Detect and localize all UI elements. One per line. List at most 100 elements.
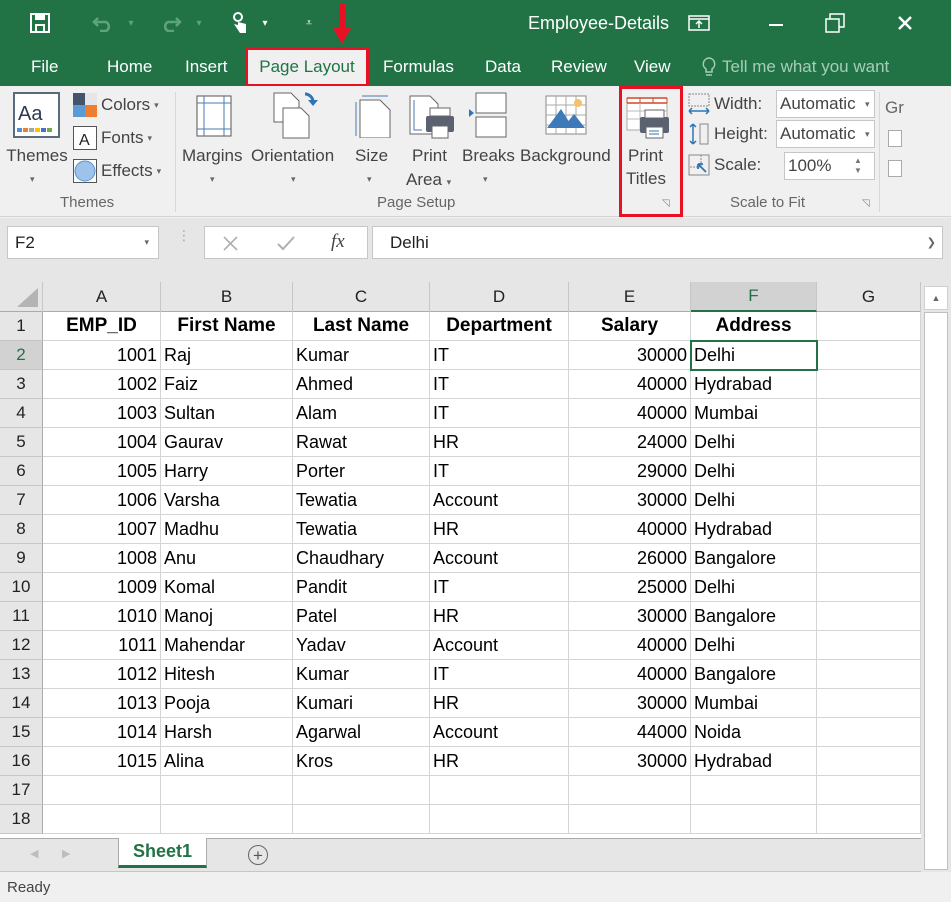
cell-g6[interactable] bbox=[817, 457, 921, 486]
cell-e5[interactable]: 24000 bbox=[569, 428, 691, 457]
cell-d12[interactable]: Account bbox=[430, 631, 569, 660]
row-header-6[interactable]: 6 bbox=[0, 457, 43, 486]
cell-a5[interactable]: 1004 bbox=[43, 428, 161, 457]
row-header-8[interactable]: 8 bbox=[0, 515, 43, 544]
select-all-corner[interactable] bbox=[0, 282, 43, 312]
row-header-12[interactable]: 12 bbox=[0, 631, 43, 660]
cell-f9[interactable]: Bangalore bbox=[691, 544, 817, 573]
cell-d6[interactable]: IT bbox=[430, 457, 569, 486]
cell-e7[interactable]: 30000 bbox=[569, 486, 691, 515]
size-label[interactable]: Size bbox=[355, 144, 388, 167]
sheet-prev-icon[interactable]: ◀ bbox=[30, 847, 38, 860]
breaks-label[interactable]: Breaks bbox=[462, 144, 515, 167]
cell-b16[interactable]: Alina bbox=[161, 747, 293, 776]
spreadsheet-grid[interactable]: ABCDEFG 1 EMP_ID First Name Last Name Depart… bbox=[0, 282, 921, 838]
sheet-tab-sheet1[interactable]: Sheet1 bbox=[118, 838, 207, 868]
add-sheet-icon[interactable]: + bbox=[248, 845, 268, 865]
cell-c17[interactable] bbox=[293, 776, 430, 805]
themes-label[interactable]: Themes bbox=[6, 144, 68, 167]
cell-e2[interactable]: 30000 bbox=[569, 341, 691, 370]
cell-b12[interactable]: Mahendar bbox=[161, 631, 293, 660]
redo-icon[interactable] bbox=[156, 10, 186, 36]
row-header-4[interactable]: 4 bbox=[0, 399, 43, 428]
width-select[interactable]: Automatic ▾ bbox=[776, 90, 875, 118]
cell-c2[interactable]: Kumar bbox=[293, 341, 430, 370]
cell-e9[interactable]: 26000 bbox=[569, 544, 691, 573]
cell-b9[interactable]: Anu bbox=[161, 544, 293, 573]
cell-c10[interactable]: Pandit bbox=[293, 573, 430, 602]
cell-d8[interactable]: HR bbox=[430, 515, 569, 544]
name-box-dropdown-icon[interactable]: ▾ bbox=[144, 237, 149, 248]
tab-page-layout[interactable]: Page Layout bbox=[245, 47, 369, 87]
cell-a9[interactable]: 1008 bbox=[43, 544, 161, 573]
breaks-icon[interactable] bbox=[468, 92, 508, 143]
cell-a6[interactable]: 1005 bbox=[43, 457, 161, 486]
formula-bar-resize-handle-icon[interactable]: ⋮ bbox=[177, 228, 191, 242]
cell-e3[interactable]: 40000 bbox=[569, 370, 691, 399]
redo-dropdown-icon[interactable]: ▾ bbox=[192, 10, 206, 36]
column-header-e[interactable]: E bbox=[569, 282, 691, 312]
cell-c16[interactable]: Kros bbox=[293, 747, 430, 776]
row-header-17[interactable]: 17 bbox=[0, 776, 43, 805]
cell-c13[interactable]: Kumar bbox=[293, 660, 430, 689]
tab-file[interactable]: File bbox=[31, 57, 58, 77]
column-header-g[interactable]: G bbox=[817, 282, 921, 312]
cell-a10[interactable]: 1009 bbox=[43, 573, 161, 602]
cell-a16[interactable]: 1015 bbox=[43, 747, 161, 776]
cell-b6[interactable]: Harry bbox=[161, 457, 293, 486]
fonts-button[interactable]: A Fonts ▾ bbox=[73, 126, 152, 150]
colors-button[interactable]: Colors ▾ bbox=[73, 93, 159, 117]
cancel-icon[interactable] bbox=[223, 236, 238, 251]
cell-d5[interactable]: HR bbox=[430, 428, 569, 457]
cell-d2[interactable]: IT bbox=[430, 341, 569, 370]
print-area-label-1[interactable]: Print bbox=[412, 144, 447, 167]
cell-g9[interactable] bbox=[817, 544, 921, 573]
cell-g1[interactable] bbox=[817, 312, 921, 341]
cell-g4[interactable] bbox=[817, 399, 921, 428]
cell-f11[interactable]: Bangalore bbox=[691, 602, 817, 631]
cell-g5[interactable] bbox=[817, 428, 921, 457]
cell-c3[interactable]: Ahmed bbox=[293, 370, 430, 399]
cell-g3[interactable] bbox=[817, 370, 921, 399]
cell-c18[interactable] bbox=[293, 805, 430, 834]
row-header-1[interactable]: 1 bbox=[0, 312, 43, 341]
sheet-next-icon[interactable]: ▶ bbox=[62, 847, 70, 860]
cell-g13[interactable] bbox=[817, 660, 921, 689]
cell-a15[interactable]: 1014 bbox=[43, 718, 161, 747]
row-header-14[interactable]: 14 bbox=[0, 689, 43, 718]
restore-icon[interactable] bbox=[815, 8, 855, 38]
cell-e1[interactable]: Salary bbox=[569, 312, 691, 341]
margins-label[interactable]: Margins bbox=[182, 144, 242, 167]
cell-c7[interactable]: Tewatia bbox=[293, 486, 430, 515]
cell-a8[interactable]: 1007 bbox=[43, 515, 161, 544]
cell-e15[interactable]: 44000 bbox=[569, 718, 691, 747]
cell-e13[interactable]: 40000 bbox=[569, 660, 691, 689]
cell-f18[interactable] bbox=[691, 805, 817, 834]
background-icon[interactable] bbox=[545, 95, 587, 140]
expand-formula-bar-icon[interactable]: ❯ bbox=[927, 236, 936, 249]
touch-mode-icon[interactable] bbox=[226, 10, 252, 36]
row-header-10[interactable]: 10 bbox=[0, 573, 43, 602]
cell-d1[interactable]: Department bbox=[430, 312, 569, 341]
scale-spin-arrows-icon[interactable]: ▲ ▼ bbox=[854, 156, 862, 176]
cell-g7[interactable] bbox=[817, 486, 921, 515]
tab-view[interactable]: View bbox=[634, 57, 671, 77]
cell-g11[interactable] bbox=[817, 602, 921, 631]
cell-b18[interactable] bbox=[161, 805, 293, 834]
vertical-scrollbar[interactable]: ▲ bbox=[921, 282, 951, 872]
cell-f13[interactable]: Bangalore bbox=[691, 660, 817, 689]
cell-b17[interactable] bbox=[161, 776, 293, 805]
cell-f1[interactable]: Address bbox=[691, 312, 817, 341]
height-select[interactable]: Automatic ▾ bbox=[776, 120, 875, 148]
cell-e12[interactable]: 40000 bbox=[569, 631, 691, 660]
tell-me-search[interactable]: Tell me what you want bbox=[702, 57, 898, 77]
cell-d16[interactable]: HR bbox=[430, 747, 569, 776]
cell-g15[interactable] bbox=[817, 718, 921, 747]
tab-review[interactable]: Review bbox=[551, 57, 607, 77]
cell-f15[interactable]: Noida bbox=[691, 718, 817, 747]
cell-a17[interactable] bbox=[43, 776, 161, 805]
gridlines-print-checkbox[interactable] bbox=[888, 160, 902, 177]
cell-g2[interactable] bbox=[817, 341, 921, 370]
enter-check-icon[interactable] bbox=[277, 236, 295, 251]
cell-c1[interactable]: Last Name bbox=[293, 312, 430, 341]
